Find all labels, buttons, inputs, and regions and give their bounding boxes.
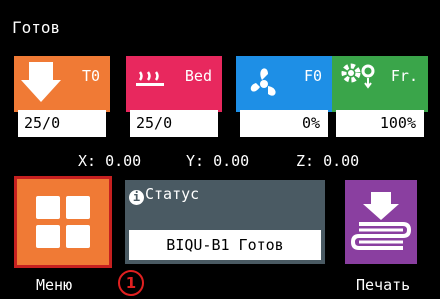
tile-fan-label: F0 <box>303 67 322 85</box>
annotation-number-badge: 1 <box>118 270 144 296</box>
tile-bed-value: 25/0 <box>130 110 218 137</box>
tile-bed-temp[interactable]: Bed 25/0 <box>126 56 222 141</box>
tile-nozzle-temp[interactable]: T0 25/0 <box>14 56 110 141</box>
grid-menu-icon <box>36 196 90 248</box>
tile-nozzle-label: T0 <box>81 67 100 85</box>
print-layers-icon <box>350 192 412 250</box>
tile-flow-rate-header: Fr. <box>332 56 428 112</box>
tile-flow-value: 100% <box>336 110 424 137</box>
tile-bed-label: Bed <box>184 67 212 85</box>
tile-flow-label: Fr. <box>390 67 418 85</box>
menu-label: Меню <box>36 276 73 294</box>
tile-fan-speed-header: F0 <box>236 56 332 112</box>
tile-nozzle-value: 25/0 <box>18 110 106 137</box>
menu-button[interactable] <box>14 176 112 268</box>
tile-flow-rate[interactable]: Fr. 100% <box>332 56 428 141</box>
status-message: BIQU-B1 Готов <box>129 230 321 260</box>
info-icon: i <box>129 190 144 205</box>
gears-flow-icon <box>341 63 375 89</box>
coord-z: Z: 0.00 <box>296 152 360 170</box>
tile-bed-temp-header: Bed <box>126 56 222 112</box>
tile-fan-speed[interactable]: F0 0% <box>236 56 332 141</box>
axis-coordinates: X: 0.00 Y: 0.00 Z: 0.00 <box>0 150 440 172</box>
status-panel[interactable]: i Статус BIQU-B1 Готов <box>125 180 325 264</box>
tile-nozzle-temp-header: T0 <box>14 56 110 112</box>
coord-y: Y: 0.00 <box>186 152 250 170</box>
print-label: Печать <box>356 276 411 294</box>
nozzle-icon <box>21 62 61 102</box>
heated-bed-icon <box>136 71 164 86</box>
fan-icon <box>250 68 276 96</box>
page-title: Готов <box>12 18 61 37</box>
coord-x: X: 0.00 <box>78 152 142 170</box>
tile-fan-value: 0% <box>240 110 328 137</box>
status-heading: i Статус <box>129 184 199 205</box>
print-button[interactable] <box>345 180 417 264</box>
status-heading-text: Статус <box>145 185 200 203</box>
